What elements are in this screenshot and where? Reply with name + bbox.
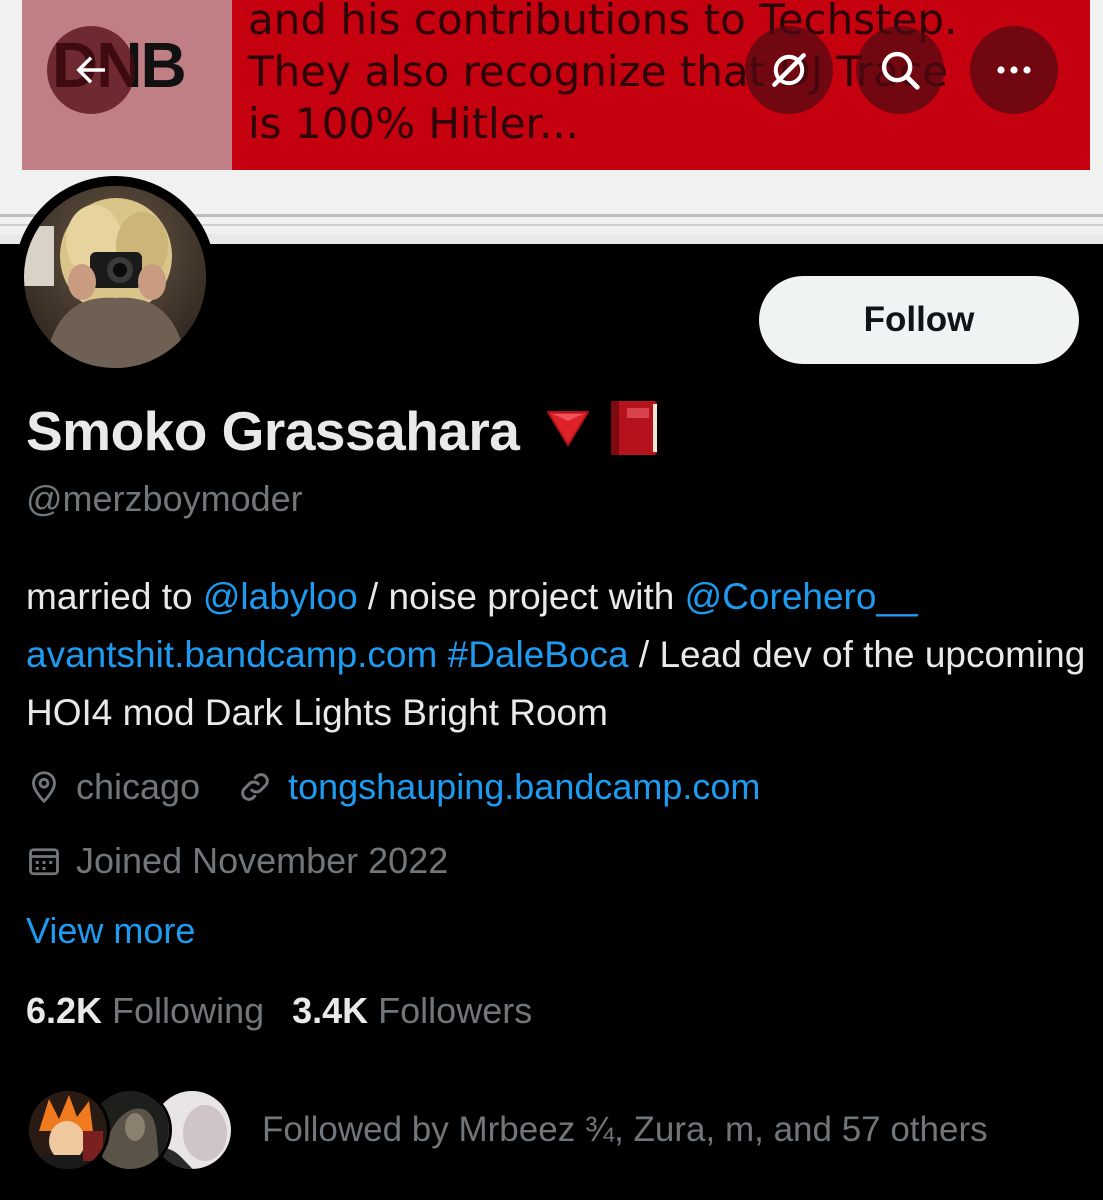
followers-label: Followers: [378, 990, 533, 1031]
calendar-icon: [29, 848, 59, 876]
display-name: Smoko Grassahara: [26, 399, 520, 462]
profile-page: DNB and his contributions to Techstep. T…: [0, 0, 1103, 1200]
bio-text: [437, 634, 447, 675]
mention-link[interactable]: @Corehero__: [685, 576, 918, 617]
follow-stats: 6.2K Following 3.4K Followers: [26, 990, 532, 1032]
avatar[interactable]: [14, 176, 216, 378]
followers-stat[interactable]: 3.4K Followers: [292, 990, 532, 1032]
more-button[interactable]: [970, 26, 1058, 114]
search-button[interactable]: [856, 26, 944, 114]
follow-button[interactable]: Follow: [759, 276, 1079, 364]
link-icon: [241, 773, 269, 801]
back-button[interactable]: [47, 26, 135, 114]
search-icon: [881, 51, 920, 90]
profile-meta-row: chicago tongshauping.bandcamp.com: [26, 766, 760, 808]
website-item[interactable]: tongshauping.bandcamp.com: [236, 766, 760, 808]
red-book-emoji: [607, 398, 661, 463]
followed-by-text: Followed by Mrbeez ¾, Zura, m, and 57 ot…: [262, 1110, 988, 1149]
location-item: chicago: [26, 766, 200, 808]
joined-row: Joined November 2022: [26, 840, 448, 882]
follower-avatar: [26, 1088, 110, 1172]
location-text: chicago: [76, 766, 201, 807]
mention-link[interactable]: @labyloo: [203, 576, 358, 617]
bio-text: married to: [26, 576, 203, 617]
grok-button[interactable]: [745, 26, 833, 114]
slashed-circle-icon: [772, 53, 806, 87]
view-more-link[interactable]: View more: [26, 910, 195, 952]
more-icon: [997, 66, 1031, 74]
display-name-row: Smoko Grassahara: [26, 398, 661, 463]
red-triangle-emoji: [545, 408, 591, 453]
following-count: 6.2K: [26, 990, 103, 1031]
bio: married to @labyloo / noise project with…: [26, 568, 1086, 742]
followed-by-row[interactable]: Followed by Mrbeez ¾, Zura, m, and 57 ot…: [26, 1088, 988, 1172]
website-link[interactable]: tongshauping.bandcamp.com: [288, 766, 760, 808]
arrow-left-icon: [76, 56, 105, 84]
joined-text: Joined November 2022: [76, 840, 449, 881]
location-pin-icon: [32, 771, 56, 804]
following-label: Following: [112, 990, 265, 1031]
avatar-photo: [24, 186, 206, 368]
bio-url-link[interactable]: avantshit.bandcamp.com: [26, 634, 437, 675]
hashtag-link[interactable]: #DaleBoca: [448, 634, 629, 675]
followers-count: 3.4K: [292, 990, 369, 1031]
banner-caption: and his contributions to Techstep. They …: [248, 0, 958, 148]
bio-text: / noise project with: [357, 576, 685, 617]
handle: @merzboymoder: [26, 478, 303, 519]
following-stat[interactable]: 6.2K Following: [26, 990, 264, 1032]
